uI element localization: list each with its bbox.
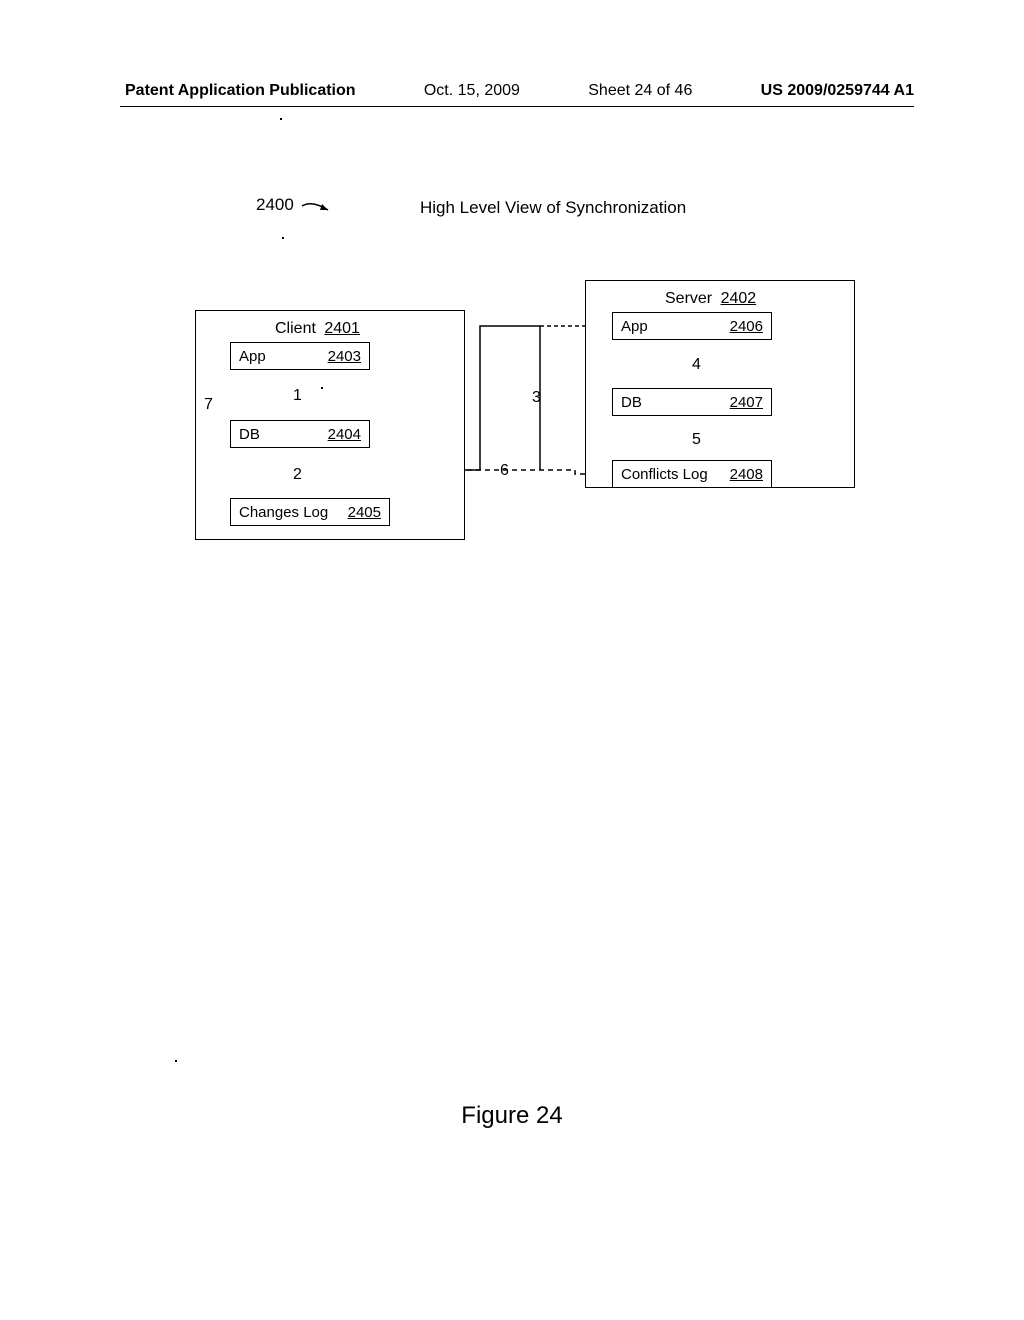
client-db-label: DB bbox=[239, 426, 260, 443]
header-pub-number: US 2009/0259744 A1 bbox=[761, 82, 914, 100]
server-log-ref: 2408 bbox=[730, 466, 763, 483]
server-app-ref: 2406 bbox=[730, 318, 763, 335]
edge-label-2: 2 bbox=[293, 466, 302, 484]
server-label: Server bbox=[665, 290, 712, 307]
server-title: Server 2402 bbox=[665, 290, 756, 308]
client-ref: 2401 bbox=[324, 320, 360, 337]
server-db-label: DB bbox=[621, 394, 642, 411]
server-ref: 2402 bbox=[721, 290, 757, 307]
client-app-ref: 2403 bbox=[328, 348, 361, 365]
client-app-box: App 2403 bbox=[230, 342, 370, 370]
stray-dot-icon bbox=[321, 387, 323, 389]
header-publication: Patent Application Publication bbox=[125, 82, 356, 100]
client-db-box: DB 2404 bbox=[230, 420, 370, 448]
client-log-ref: 2405 bbox=[348, 504, 381, 521]
server-log-label: Conflicts Log bbox=[621, 466, 708, 483]
server-db-ref: 2407 bbox=[730, 394, 763, 411]
edge-label-7: 7 bbox=[204, 396, 213, 414]
figure-ref-arrow-icon bbox=[300, 198, 340, 216]
server-app-box: App 2406 bbox=[612, 312, 772, 340]
server-app-label: App bbox=[621, 318, 648, 335]
server-conflicts-log-box: Conflicts Log 2408 bbox=[612, 460, 772, 488]
client-label: Client bbox=[275, 320, 316, 337]
stray-dot-icon bbox=[280, 118, 282, 120]
stray-dot-icon bbox=[175, 1060, 177, 1062]
edge-label-5: 5 bbox=[692, 431, 701, 449]
client-log-label: Changes Log bbox=[239, 504, 328, 521]
page-header: Patent Application Publication Oct. 15, … bbox=[0, 82, 1024, 100]
client-title: Client 2401 bbox=[275, 320, 360, 338]
stray-dot-icon bbox=[282, 237, 284, 239]
client-db-ref: 2404 bbox=[328, 426, 361, 443]
client-changes-log-box: Changes Log 2405 bbox=[230, 498, 390, 526]
diagram-title: High Level View of Synchronization bbox=[420, 198, 686, 218]
figure-ref-number: 2400 bbox=[256, 195, 294, 215]
edge-label-1: 1 bbox=[293, 387, 302, 405]
client-app-label: App bbox=[239, 348, 266, 365]
figure-caption: Figure 24 bbox=[0, 1102, 1024, 1130]
edge-label-3: 3 bbox=[532, 389, 541, 407]
edge-label-4: 4 bbox=[692, 356, 701, 374]
server-db-box: DB 2407 bbox=[612, 388, 772, 416]
header-date: Oct. 15, 2009 bbox=[424, 82, 520, 100]
edge-label-6: 6 bbox=[500, 462, 509, 480]
header-sheet: Sheet 24 of 46 bbox=[588, 82, 692, 100]
diagram: Client 2401 Server 2402 App 2403 DB 2404… bbox=[180, 280, 860, 560]
header-rule bbox=[120, 106, 914, 107]
